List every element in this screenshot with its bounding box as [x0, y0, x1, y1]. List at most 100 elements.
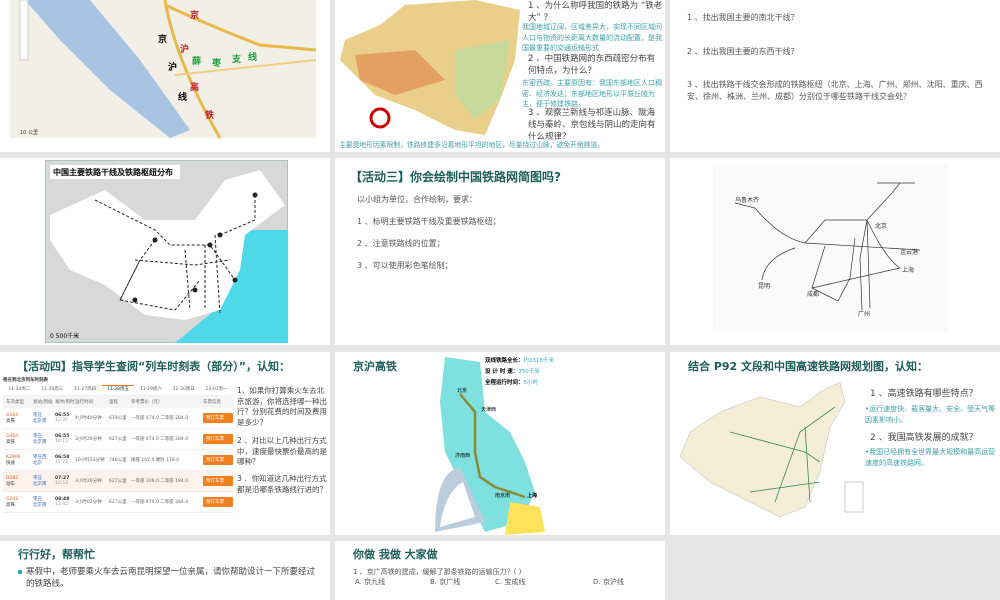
text-label: 运行时间 — [75, 400, 93, 405]
price: 一等座 474.0 二等座 284.0 — [131, 500, 189, 505]
text-label: 车次类型 — [6, 400, 24, 405]
text-label: 350千米 — [518, 369, 540, 375]
text-label: 线 — [248, 51, 257, 63]
street-map: 京 沪 线 京 沪 高 铁 薛 枣 支 线 10 公里 — [10, 0, 317, 139]
text-label: 发站/到站 — [33, 400, 53, 405]
date-tab[interactable]: 11-24周二 — [3, 386, 36, 392]
arrival-time: 11:32 — [55, 502, 68, 507]
train-type: 快速 — [6, 460, 15, 466]
to-station: 北京南 — [33, 482, 47, 487]
slide-railway-map[interactable]: 中国主要铁路干线及铁路枢纽分布 0 500千米 — [0, 158, 330, 345]
slide-activity-4-timetable[interactable]: 【活动四】指导学生查阅“列车时刻表（部分）”，认知： 枣庄到北京列车时刻表 11… — [0, 352, 330, 535]
text-label: 沪 — [180, 43, 189, 55]
to-station: 北京南 — [33, 440, 47, 445]
hsr-network-map — [679, 381, 864, 518]
text-label: 参考票价（元） — [131, 400, 163, 405]
date-tab-active[interactable]: 11-28周五 — [101, 385, 135, 392]
book-button[interactable]: 预订车票 — [203, 476, 233, 486]
text-label: 薛 — [192, 55, 201, 67]
distance: 619公里 — [109, 416, 127, 421]
question-3: 3 、你知道这几种出行方式都是沿哪条铁路线行进的？ — [237, 474, 327, 494]
book-button[interactable]: 预订车票 — [203, 434, 233, 444]
map-title: 中国主要铁路干线及铁路枢纽分布 — [53, 167, 173, 177]
table-row: G202 高铁 枣庄 北京南 08:48 11:32 3小时02分钟 627公里 一等座… — [3, 492, 233, 513]
book-button[interactable]: 预订车票 — [203, 497, 233, 507]
slide-help-design[interactable]: 行行好，帮帮忙 寒假中，老师要乘火车去云南昆明探望一位亲属，请你帮助设计一下所要… — [0, 541, 330, 600]
slide-map-jinghu[interactable]: 京 沪 线 京 沪 高 铁 薛 枣 支 线 10 公里 — [0, 0, 330, 152]
option-d[interactable]: D. 京沪线 — [593, 577, 624, 588]
slide-railway-questions[interactable]: 1 、为什么称呼我国的铁路为 “铁老大” ？ 我国地域辽阔，区域差异大，实现不同… — [335, 0, 665, 152]
date-tab[interactable]: 11-26周三 — [36, 386, 69, 392]
requirement-2: 2 、注意铁路线的位置； — [357, 239, 445, 248]
zoom-slider[interactable] — [19, 0, 29, 61]
text-label: 高 — [190, 81, 199, 93]
text-label: 广州 — [858, 310, 870, 318]
table-row: K2906 快速 枣庄西 北京 06:58 17:21 10小时23分钟 746公里 硬… — [3, 450, 233, 471]
price: 一等座 474.0 二等座 284.0 — [131, 437, 189, 442]
text-label: 京 — [190, 9, 199, 21]
slide-quiz[interactable]: 你做 我做 大家做 1 、京广高铁的建成，缓解了那条铁路的运输压力？( ) A.… — [335, 541, 665, 600]
slide-hand-drawn-map[interactable]: 上海 广州 乌鲁木齐 北京 连云港 昆明 成都 — [670, 158, 1000, 345]
slide-activity-3[interactable]: 【活动三】你会绘制中国铁路网简图吗? 以小组为单位，合作绘制，要求： 1 、标明… — [335, 158, 665, 345]
duration: 3小时26分钟 — [75, 479, 102, 484]
duration: 4小时40分钟 — [75, 416, 102, 421]
map-label: 京 — [158, 33, 167, 45]
requirement-3: 3 、可以使用彩色笔绘制； — [357, 261, 453, 270]
text-label: 线 — [178, 91, 187, 103]
item-3: 3 、找出铁路干线交会形成的铁路枢纽（北京、上海、广州、郑州、沈阳、重庆、西安、… — [687, 80, 983, 101]
book-button[interactable]: 预订车票 — [203, 455, 233, 465]
distance: 627公里 — [109, 500, 127, 505]
arrival-time: 12:37 — [55, 418, 68, 423]
arrival-time: 10:15 — [55, 439, 68, 444]
item-1: 1 、找出我国主要的南北干线？ — [687, 13, 799, 22]
option-c[interactable]: C. 宝成线 — [495, 577, 525, 588]
slide-find-lines[interactable]: 1 、找出我国主要的南北干线？ 2 、找出我国主要的东西干线？ 3 、找出铁路干… — [670, 0, 1000, 152]
hand-drawn-railway-sketch: 上海广州 乌鲁木齐北京 连云港昆明 成都 — [713, 163, 948, 333]
option-b[interactable]: B. 京广线 — [430, 577, 460, 588]
train-type: 高铁 — [6, 418, 15, 424]
answer-2: 东密西疏。主要原因有：我国东部地区人口稠密、经济发达；东部地区地形以平原丘陵为主… — [522, 79, 662, 108]
answer-2: •我国已经拥有全世界最大规模和最高运营速度的高速铁路网。 — [865, 448, 996, 467]
date-tab[interactable]: 11-29周六 — [134, 386, 167, 392]
train-type: 高铁 — [6, 502, 15, 508]
text-label: 乌鲁木齐 — [735, 196, 759, 204]
text-label: 上海 — [902, 266, 914, 274]
bullet-icon — [18, 570, 22, 574]
arrival-time: 17:21 — [55, 460, 68, 465]
distance: 746公里 — [109, 458, 127, 463]
date-tabs: 11-24周二 11-26周三 11-27周四 11-28周五 11-29周六 … — [3, 382, 233, 396]
text-label: 连云港 — [900, 248, 918, 256]
book-button[interactable]: 预订车票 — [203, 413, 233, 423]
slide-title: 你做 我做 大家做 — [353, 548, 438, 561]
arrival-time: 10:53 — [55, 481, 68, 486]
date-tab[interactable]: 12-01周一 — [200, 386, 233, 392]
hsr-stats: 双线铁路全长：约1318千米 设 计 时 速：350千米 全程运行时间：5小时 — [485, 356, 554, 389]
slide-title: 行行好，帮帮忙 — [18, 548, 95, 561]
to-station: 北京南 — [33, 419, 47, 424]
text-label: 北京 — [457, 388, 468, 394]
price: 一等座 309.0 二等座 194.0 — [131, 479, 189, 484]
table-header: 车次类型 发站/到站 发时/到时 运行时间 里程 参考票价（元） 车票信息 — [3, 396, 233, 408]
question-2: 2 、我国高铁发展的成就？ — [870, 433, 978, 443]
text-label: 枣 — [211, 57, 222, 69]
question-1: 1、如果你打算乘火车去北京旅游，你将选择哪一种出行？分别花费的时间及费用是多少？ — [237, 386, 327, 427]
requirement-1: 1 、标明主要铁路干线及重要铁路枢纽； — [357, 217, 501, 226]
answer-1: •运行速度快、载客量大、安全、受天气等因素影响小。 — [865, 405, 996, 424]
table-row: D282 动车 枣庄 北京南 07:27 10:53 3小时26分钟 627公里 一等座… — [3, 471, 233, 492]
task-text: 寒假中，老师要乘火车去云南昆明探望一位亲属，请你帮助设计一下所要经过的铁路线。 — [26, 567, 316, 589]
duration: 10小时23分钟 — [75, 458, 105, 463]
slide-hsr-planning[interactable]: 结合 P92 文段和中国高速铁路网规划图，认知： 1 、高速铁路有哪些特点？ •… — [670, 352, 1000, 535]
option-a[interactable]: A. 京九线 — [355, 577, 385, 588]
intro-text: 以小组为单位，合作绘制，要求： — [357, 195, 477, 204]
text-label: 上海 — [527, 493, 538, 499]
question-2: 2 、对比以上几种出行方式中，速度最快票价最高的是哪种？ — [237, 436, 327, 466]
text-label: 南京南 — [495, 493, 511, 499]
date-tab[interactable]: 11-30周日 — [167, 386, 200, 392]
slide-title: 【活动三】你会绘制中国铁路网简图吗? — [350, 170, 561, 184]
text-label: 支 — [231, 53, 242, 65]
slide-jinghu-hsr[interactable]: 京沪高铁 双线铁路全长：约1318千米 设 计 时 速：350千米 全程运行时间… — [335, 352, 665, 535]
date-tab[interactable]: 11-27周四 — [69, 386, 102, 392]
china-relief-map — [340, 0, 520, 135]
text-label: 发时/到时 — [55, 400, 75, 405]
quiz-question-1: 1 、京广高铁的建成，缓解了那条铁路的运输压力？( ) — [353, 568, 522, 576]
